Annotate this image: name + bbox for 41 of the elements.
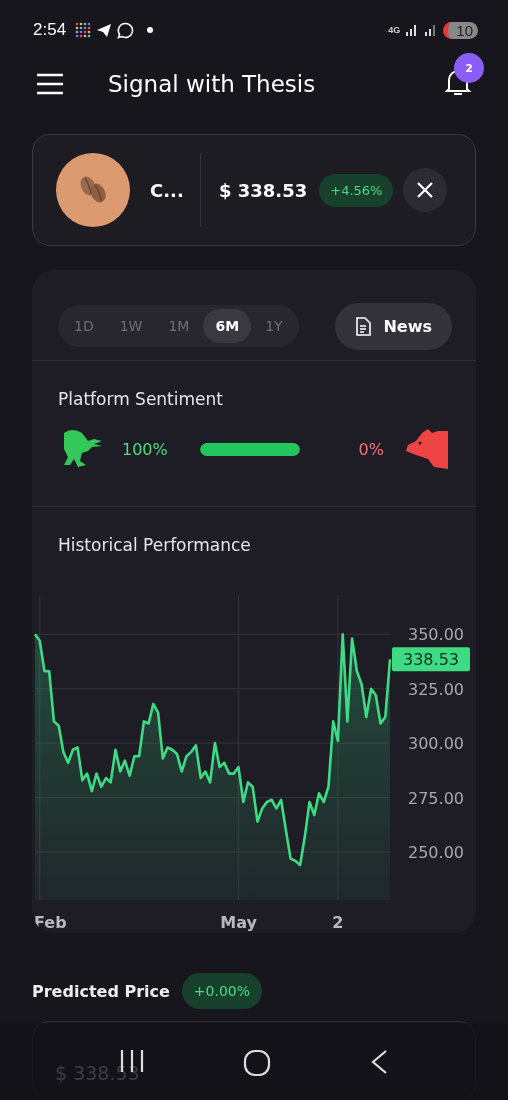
bullish-percent: 100%: [122, 439, 168, 459]
axis-label: 2: [332, 913, 344, 932]
price-change-badge: +4.56%: [319, 173, 394, 207]
close-icon: [416, 181, 435, 199]
axis-label: 325.00: [408, 679, 464, 699]
coffee-bean-icon: [56, 153, 130, 227]
section-title: Predicted Price: [32, 981, 170, 1001]
asset-price: $ 338.53: [219, 179, 308, 201]
axis-label: 350.00: [408, 625, 464, 645]
chat-bubble-icon: [117, 21, 135, 39]
axis-label: Feb: [34, 913, 67, 932]
asset-name: C...: [150, 179, 185, 201]
timeframe-tab[interactable]: 1Y: [253, 309, 295, 343]
axis-label: 250.00: [408, 843, 464, 863]
prediction-change-badge: +0.00%: [181, 973, 263, 1009]
bear-icon: [404, 427, 450, 471]
battery-indicator: 10: [443, 21, 478, 39]
app-grid-icon: [75, 22, 92, 38]
document-icon: [355, 316, 372, 336]
timeframe-tab[interactable]: 1M: [156, 309, 202, 343]
news-button[interactable]: News: [335, 302, 452, 350]
axis-label: May: [220, 913, 257, 932]
section-title: Platform Sentiment: [58, 389, 224, 409]
current-price-tag: 338.53: [392, 647, 470, 672]
timeframe-tab[interactable]: 1D: [62, 309, 106, 343]
app-title: Signal with Thesis: [108, 71, 316, 97]
bearish-percent: 0%: [358, 439, 384, 459]
timeframe-tab[interactable]: 6M: [203, 309, 252, 343]
notification-badge: 2: [454, 53, 484, 83]
close-button[interactable]: [403, 168, 448, 212]
network-label: 4G: [388, 25, 401, 35]
section-title: Historical Performance: [58, 535, 252, 555]
timeframe-tab[interactable]: 1W: [107, 309, 155, 343]
home-icon[interactable]: [243, 1049, 271, 1077]
notification-dot-icon: [147, 27, 154, 33]
axis-label: 275.00: [408, 788, 464, 808]
menu-icon[interactable]: [36, 73, 64, 95]
send-icon: [96, 22, 113, 38]
back-icon[interactable]: [369, 1049, 389, 1075]
axis-label: 300.00: [408, 734, 464, 754]
status-time: 2:54: [33, 20, 67, 40]
